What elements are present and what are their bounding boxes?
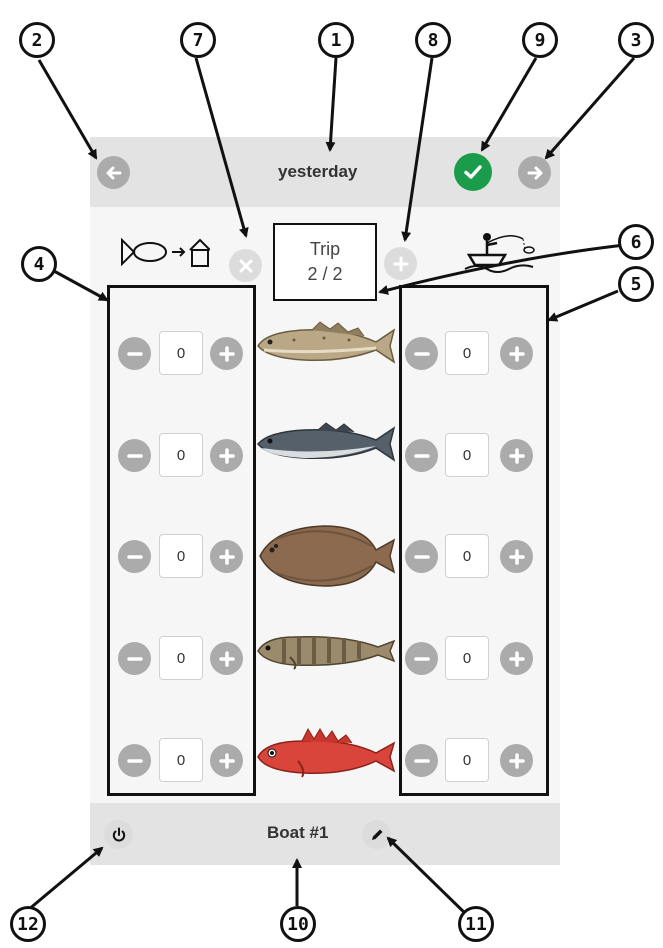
callout-12: 12 (10, 906, 46, 942)
callout-6: 6 (618, 224, 654, 260)
callout-5: 5 (618, 266, 654, 302)
callout-1: 1 (318, 22, 354, 58)
callout-9: 9 (522, 22, 558, 58)
callout-7: 7 (180, 22, 216, 58)
callout-3: 3 (618, 22, 654, 58)
callout-10: 10 (280, 906, 316, 942)
callout-arrows (27, 57, 636, 920)
callout-2: 2 (19, 22, 55, 58)
callout-11: 11 (458, 906, 494, 942)
callout-4: 4 (21, 246, 57, 282)
callout-8: 8 (415, 22, 451, 58)
